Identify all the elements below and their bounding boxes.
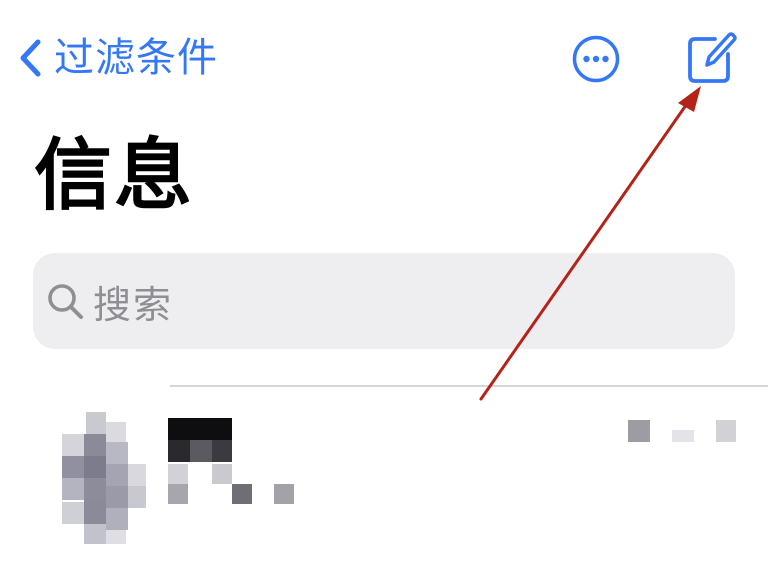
page-title: 信息 bbox=[34, 131, 195, 221]
conversation-row[interactable] bbox=[0, 388, 768, 576]
message-preview-redacted bbox=[168, 464, 298, 508]
contact-avatar bbox=[62, 412, 150, 544]
chevron-left-icon bbox=[20, 39, 41, 77]
search-field[interactable]: 搜索 bbox=[33, 253, 735, 349]
magnifying-glass-icon bbox=[48, 284, 83, 319]
navigation-bar: 过滤条件 bbox=[0, 0, 768, 120]
back-button-label: 过滤条件 bbox=[54, 35, 218, 81]
square-and-pencil-icon bbox=[688, 32, 737, 83]
compose-button[interactable] bbox=[685, 27, 737, 85]
search-placeholder: 搜索 bbox=[93, 282, 174, 327]
back-button[interactable]: 过滤条件 bbox=[14, 30, 218, 86]
timestamp-redacted bbox=[628, 418, 738, 454]
contact-name-redacted bbox=[168, 418, 234, 464]
ellipsis-circle-icon bbox=[572, 35, 620, 83]
list-divider bbox=[170, 385, 768, 387]
more-options-button[interactable] bbox=[571, 34, 621, 84]
